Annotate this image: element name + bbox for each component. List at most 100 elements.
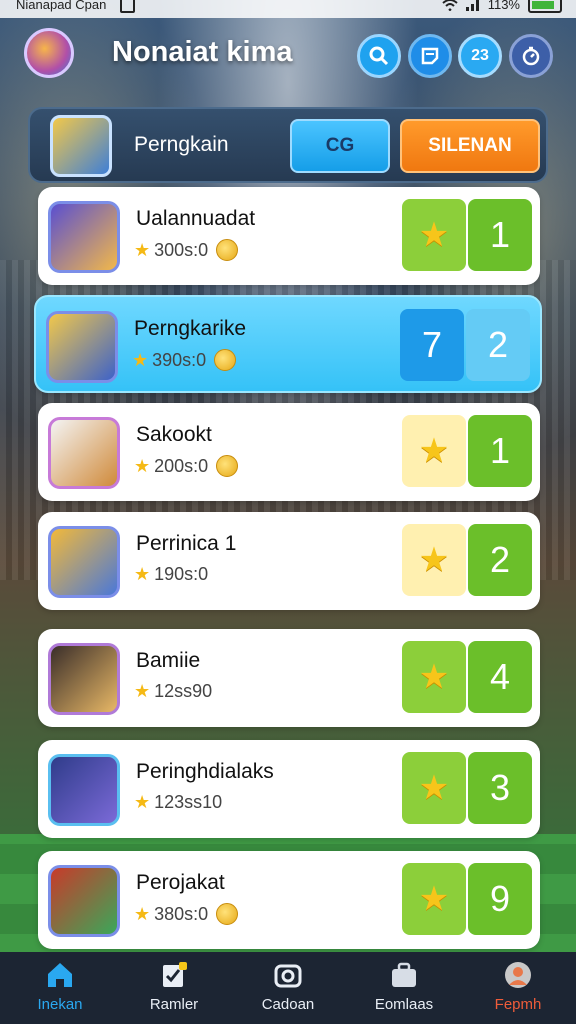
rank-number: 2 [468, 524, 532, 596]
checklist-icon [163, 962, 187, 987]
star-icon: ★ [134, 455, 151, 476]
wifi-icon [442, 0, 458, 11]
rank-number: 1 [468, 199, 532, 271]
edit-button[interactable] [408, 34, 452, 78]
status-text: Nianapad Cpan [16, 0, 107, 12]
score-value: 12ss90 [154, 681, 213, 701]
player-name: Perrinica 1 [136, 532, 237, 555]
nav-item-ranking[interactable]: Ramler [126, 960, 222, 1013]
search-icon [369, 46, 389, 66]
list-item[interactable]: Perrinica 1 ★ 190s:0 ★ 2 [38, 512, 540, 610]
nav-label: Ramler [149, 996, 199, 1013]
cg-button[interactable]: CG [290, 119, 390, 173]
player-score: ★ 200s:0 [134, 455, 239, 477]
score-value: 390s:0 [152, 349, 207, 370]
coin-icon [216, 455, 239, 477]
player-name: Sakookt [136, 423, 212, 446]
nav-item-profile[interactable]: Fepmh [470, 960, 566, 1013]
app-logo[interactable] [24, 28, 74, 78]
player-name: Peringhdialaks [136, 760, 274, 783]
battery-icon [528, 0, 562, 13]
coin-icon [214, 349, 237, 371]
star-icon: ★ [134, 903, 151, 924]
player-name: Perojakat [136, 871, 225, 894]
nav-label: Eomlaas [374, 996, 434, 1013]
rank-star-badge: ★ [402, 524, 466, 596]
rank-star-badge: ★ [402, 863, 466, 935]
rank-left-box: 7 [400, 309, 464, 381]
star-icon: ★ [418, 216, 450, 254]
rank-star-badge: ★ [402, 752, 466, 824]
rank-number: 4 [468, 641, 532, 713]
search-button[interactable] [357, 34, 401, 78]
avatar [48, 201, 120, 273]
nav-item-home[interactable]: Inekan [12, 960, 108, 1013]
star-icon: ★ [134, 681, 151, 701]
list-item[interactable]: Bamiie ★ 12ss90 ★ 4 [38, 629, 540, 727]
current-player-panel: Perngkain CG SILENAN [28, 107, 548, 183]
status-right: 113% [442, 0, 562, 14]
status-left: Nianapad Cpan [16, 0, 135, 14]
avatar [48, 754, 120, 826]
rank-number: 3 [468, 752, 532, 824]
leaderboard-list: Ualannuadat ★ 300s:0 ★ 1 Perngkarike ★ 3… [28, 187, 548, 951]
status-bar: Nianapad Cpan 113% [0, 0, 576, 18]
current-player-name: Perngkain [134, 133, 229, 156]
avatar [46, 311, 118, 383]
score-value: 200s:0 [154, 455, 209, 476]
list-item[interactable]: Peringhdialaks ★ 123ss10 ★ 3 [38, 740, 540, 838]
coin-icon [216, 239, 239, 261]
list-item[interactable]: Perngkarike ★ 390s:0 7 2 [34, 295, 542, 393]
star-icon: ★ [418, 880, 450, 918]
star-icon: ★ [134, 564, 151, 584]
nav-item-briefcase[interactable]: Eomlaas [356, 960, 452, 1013]
rank-number: 1 [468, 415, 532, 487]
player-score: ★ 12ss90 [134, 681, 212, 702]
nav-label: Cadoan [261, 996, 315, 1013]
badge-button[interactable]: 23 [458, 34, 502, 78]
score-value: 123ss10 [154, 792, 223, 812]
profile-icon [505, 962, 531, 988]
player-score: ★ 390s:0 [132, 349, 237, 371]
player-score: ★ 190s:0 [134, 564, 208, 585]
score-value: 190s:0 [154, 564, 209, 584]
rank-number: 2 [466, 309, 530, 381]
home-icon [48, 963, 72, 987]
score-value: 380s:0 [154, 903, 209, 924]
star-icon: ★ [418, 541, 450, 579]
star-icon: ★ [134, 792, 151, 812]
silenan-button[interactable]: SILENAN [400, 119, 540, 173]
rank-star-badge: ★ [402, 199, 466, 271]
briefcase-icon [392, 962, 416, 987]
bottom-nav: Inekan Ramler Cadoan Eomlaas Fepmh [0, 952, 576, 1024]
score-value: 300s:0 [154, 239, 209, 260]
player-score: ★ 300s:0 [134, 239, 239, 261]
notification-icon [119, 0, 135, 14]
star-icon: ★ [418, 658, 450, 696]
list-item[interactable]: Ualannuadat ★ 300s:0 ★ 1 [38, 187, 540, 285]
star-icon: ★ [134, 239, 151, 260]
app-header: Nonaiat kima 23 [0, 22, 576, 92]
nav-label: Inekan [37, 996, 83, 1013]
list-item[interactable]: Perojakat ★ 380s:0 ★ 9 [38, 851, 540, 949]
avatar [48, 865, 120, 937]
rank-number: 9 [468, 863, 532, 935]
rank-star-badge: ★ [402, 641, 466, 713]
player-name: Perngkarike [134, 317, 247, 340]
stopwatch-icon [522, 46, 540, 66]
camera-icon [274, 964, 302, 988]
star-icon: ★ [418, 432, 450, 470]
timer-button[interactable] [509, 34, 553, 78]
nav-item-camera[interactable]: Cadoan [240, 960, 336, 1013]
coin-icon [216, 903, 239, 925]
star-icon: ★ [132, 349, 149, 370]
nav-label: Fepmh [494, 996, 542, 1013]
avatar [48, 526, 120, 598]
avatar[interactable] [50, 115, 112, 177]
player-name: Ualannuadat [136, 207, 256, 230]
list-item[interactable]: Sakookt ★ 200s:0 ★ 1 [38, 403, 540, 501]
rank-star-badge: ★ [402, 415, 466, 487]
player-name: Bamiie [136, 649, 201, 672]
player-score: ★ 380s:0 [134, 903, 239, 925]
star-icon: ★ [418, 769, 450, 807]
